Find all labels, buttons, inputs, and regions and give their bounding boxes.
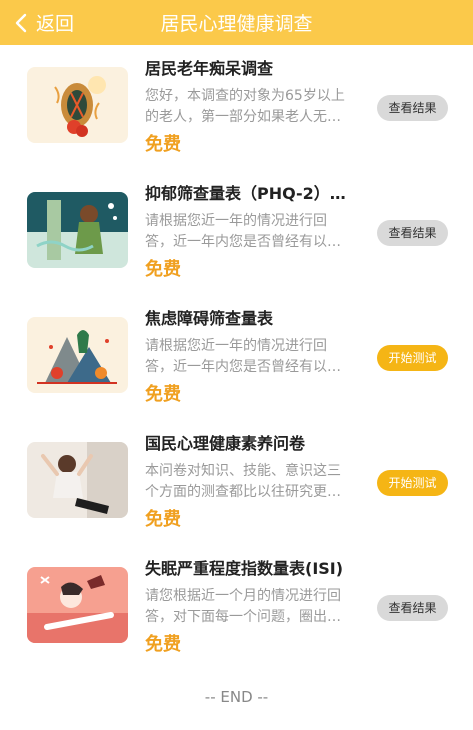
view-result-button[interactable]: 查看结果 <box>377 95 448 121</box>
survey-thumbnail <box>27 317 128 393</box>
survey-thumbnail <box>27 67 128 143</box>
survey-price: 免费 <box>145 634 181 655</box>
survey-item-phq2[interactable]: 抑郁筛查量表（PHQ-2）量表 请根据您近一年的情况进行回答，近一年内您是否曾经… <box>0 170 473 295</box>
view-result-button[interactable]: 查看结果 <box>377 220 448 246</box>
survey-item-insomnia[interactable]: 失眠严重程度指数量表(ISI) 请您根据近一个月的情况进行回答，对下面每一个问题… <box>0 545 473 670</box>
survey-title: 居民老年痴呆调查 <box>145 59 274 78</box>
survey-description: 本问卷对知识、技能、意识这三个方面的测查都比以往研究更加全面。 <box>145 463 341 500</box>
top-nav-bar: 返回 居民心理健康调查 <box>0 0 473 45</box>
start-test-button[interactable]: 开始测试 <box>377 470 448 496</box>
survey-title: 抑郁筛查量表（PHQ-2）量表 <box>145 184 360 203</box>
survey-thumbnail <box>27 442 128 518</box>
survey-title: 失眠严重程度指数量表(ISI) <box>145 559 344 578</box>
survey-thumbnail <box>27 567 128 643</box>
list-end-marker: -- END -- <box>204 688 269 706</box>
survey-thumbnail <box>27 192 128 268</box>
survey-item-anxiety[interactable]: 焦虑障碍筛查量表 请根据您近一年的情况进行回答，近一年内您是否曾经有以下情况。 … <box>0 295 473 420</box>
survey-description: 请根据您近一年的情况进行回答，近一年内您是否曾经有以下情况。 <box>145 338 341 375</box>
survey-list: 居民老年痴呆调查 您好，本调查的对象为65岁以上的老人，第一部分如果老人无法自答… <box>0 45 473 670</box>
survey-price: 免费 <box>145 384 181 405</box>
survey-item-mental-health-literacy[interactable]: 国民心理健康素养问卷 本问卷对知识、技能、意识这三个方面的测查都比以往研究更加全… <box>0 420 473 545</box>
start-test-button[interactable]: 开始测试 <box>377 345 448 371</box>
survey-description: 请根据您近一年的情况进行回答，近一年内您是否曾经有以下情况。 <box>145 213 341 250</box>
survey-description: 您好，本调查的对象为65岁以上的老人，第一部分如果老人无法自答，可由家人代答。 <box>145 88 345 125</box>
survey-title: 国民心理健康素养问卷 <box>145 434 306 453</box>
page-title: 居民心理健康调查 <box>160 13 313 35</box>
view-result-button[interactable]: 查看结果 <box>377 595 448 621</box>
survey-description: 请您根据近一个月的情况进行回答，对下面每一个问题，圈出选择的序号。 <box>145 588 341 625</box>
survey-price: 免费 <box>145 509 181 530</box>
survey-title: 焦虑障碍筛查量表 <box>145 309 274 328</box>
survey-price: 免费 <box>145 259 181 280</box>
survey-price: 免费 <box>145 134 181 155</box>
survey-item-alzheimer[interactable]: 居民老年痴呆调查 您好，本调查的对象为65岁以上的老人，第一部分如果老人无法自答… <box>0 45 473 170</box>
